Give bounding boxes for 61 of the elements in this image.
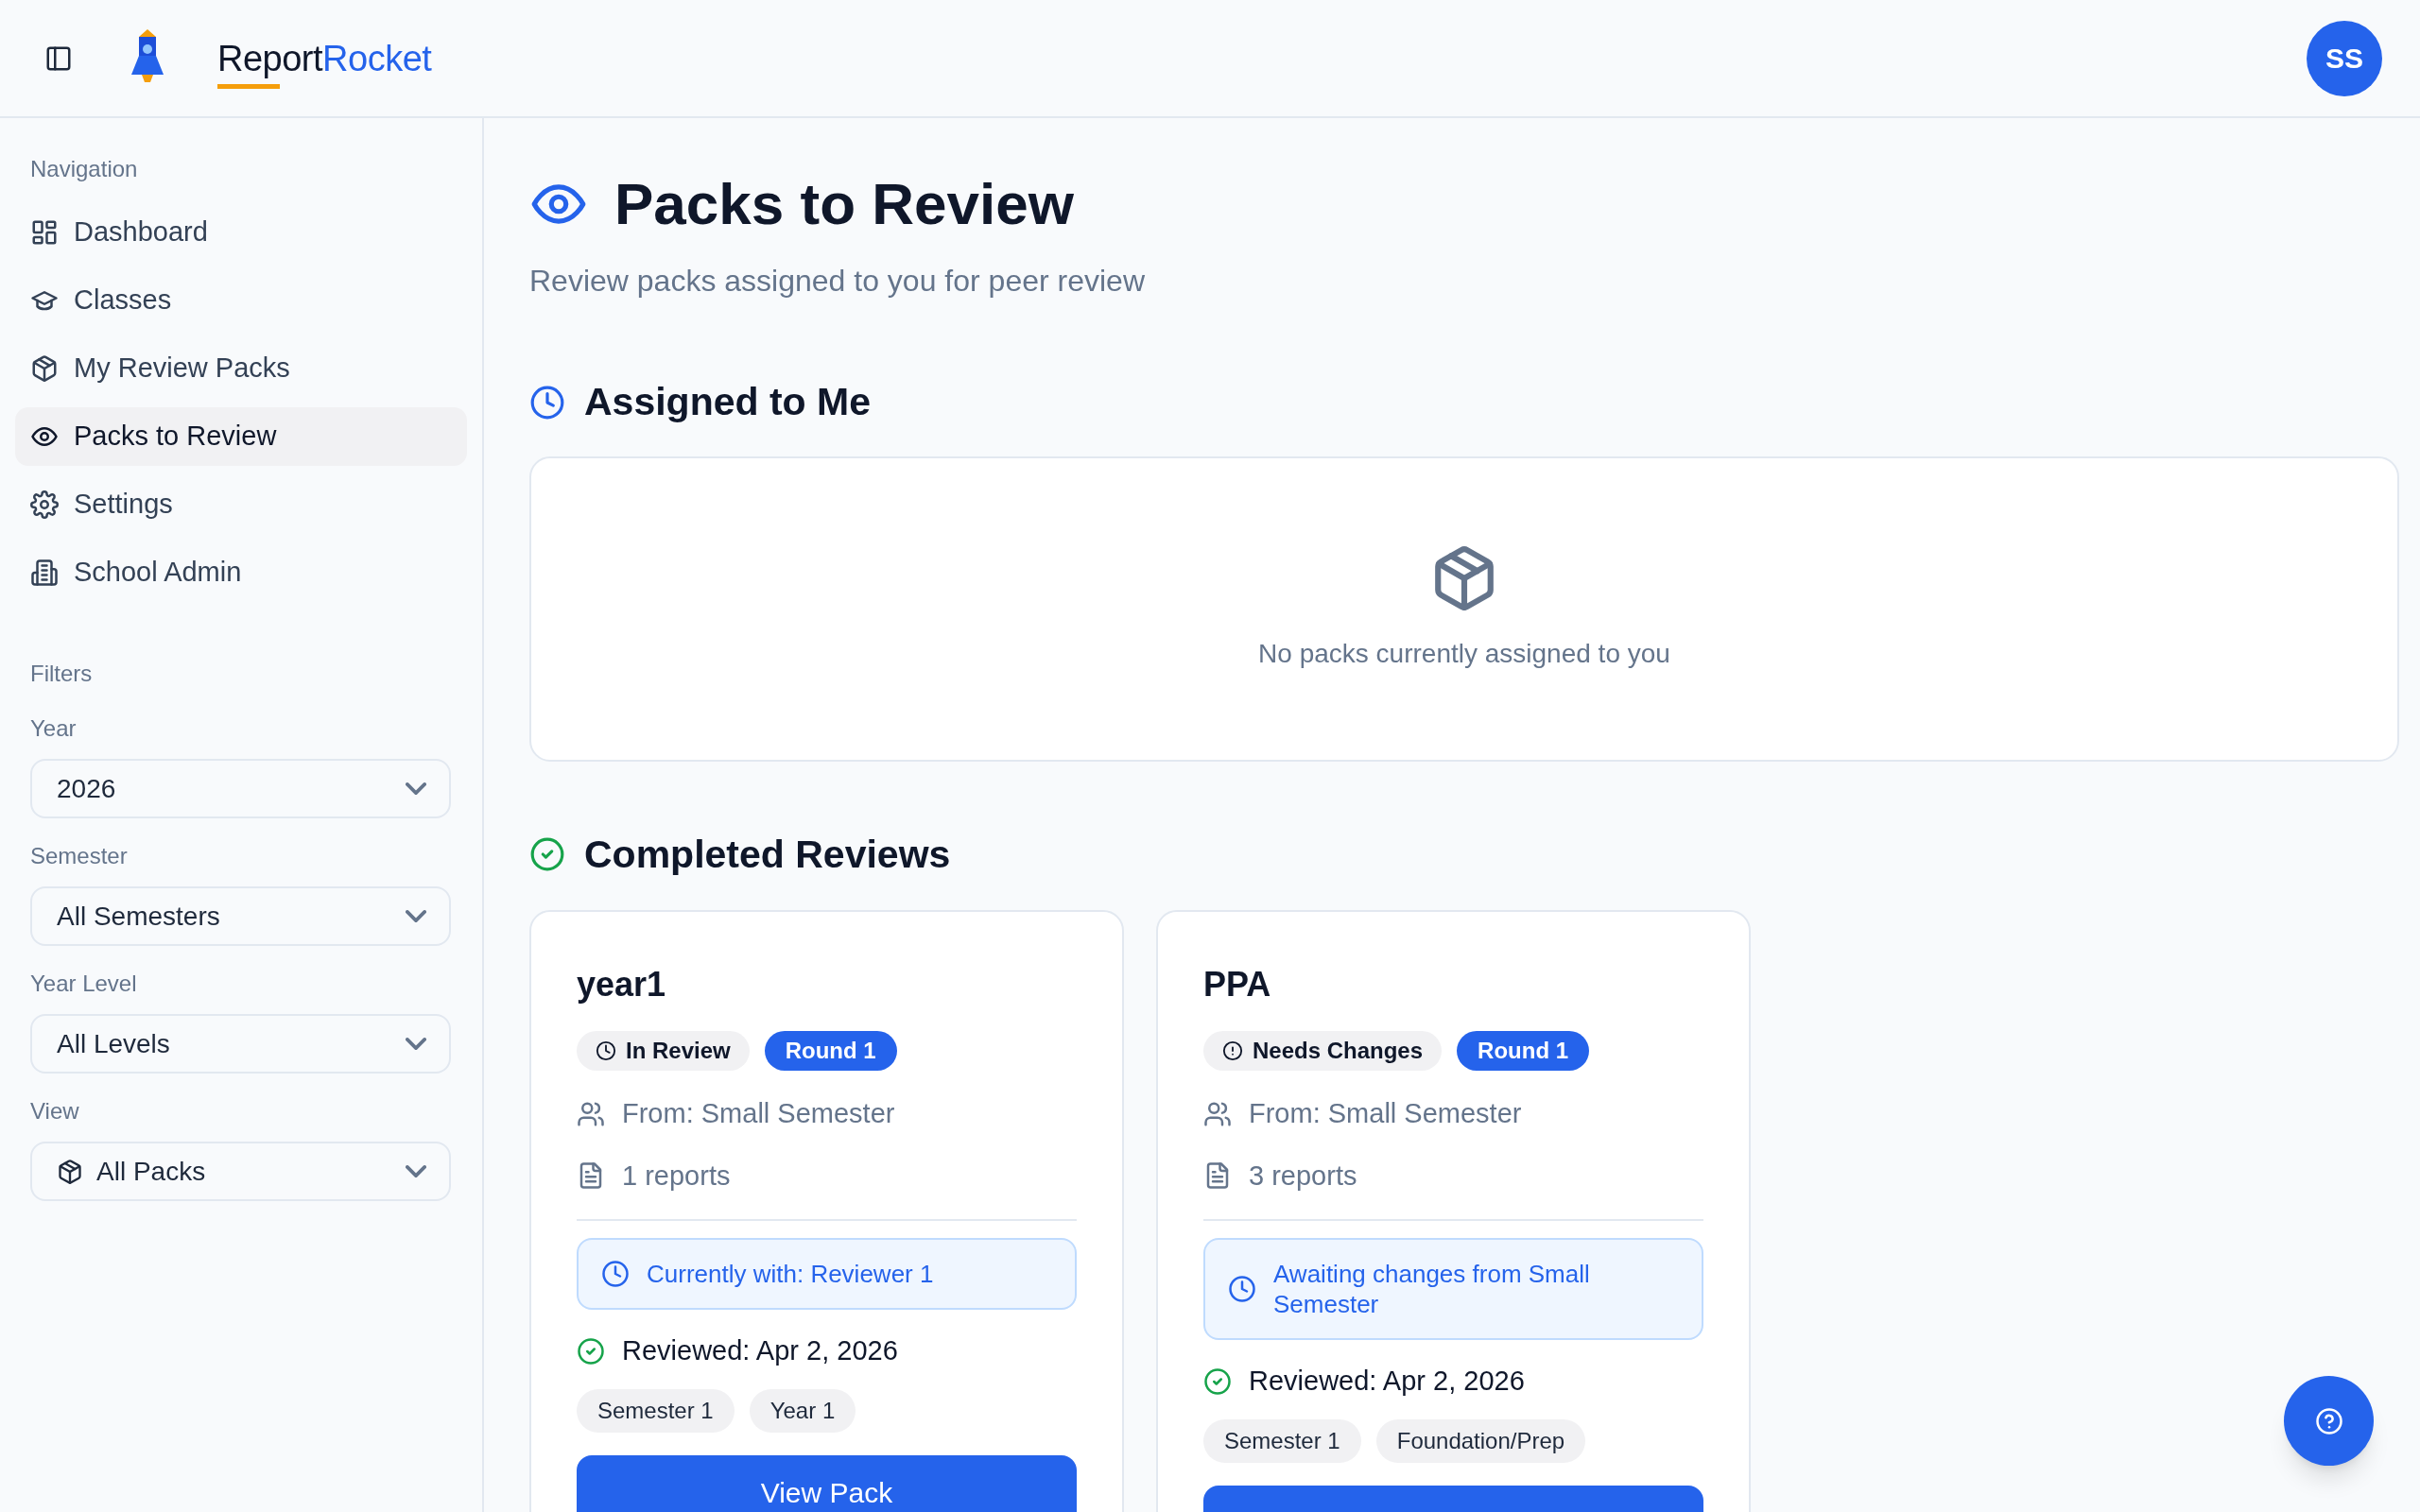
filter-label: Semester <box>29 842 129 870</box>
nav-heading: Navigation <box>29 155 139 183</box>
card-title: year1 <box>577 964 667 1005</box>
tag: Foundation/Prep <box>1375 1418 1586 1463</box>
check-circle-icon <box>1203 1366 1232 1396</box>
filter-label: Year Level <box>29 970 138 998</box>
check-circle-icon <box>529 836 565 873</box>
tag: Semester 1 <box>577 1388 735 1433</box>
filter-label: Year <box>29 714 78 743</box>
sidebar-item[interactable]: My Review Packs <box>15 339 467 398</box>
sidebar-item[interactable]: School Admin <box>15 543 467 602</box>
round-badge: Round 1 <box>764 1031 897 1071</box>
tag: Year 1 <box>749 1388 856 1433</box>
alert-circle-icon <box>1222 1040 1243 1061</box>
dashboard-icon <box>30 218 59 247</box>
package-icon <box>30 354 59 383</box>
section-heading: Completed Reviews <box>584 831 951 878</box>
empty-state-text: No packs currently assigned to you <box>1258 638 1670 670</box>
status-badge: Needs Changes <box>1203 1031 1443 1071</box>
settings-icon <box>30 490 59 519</box>
filter-dropdown[interactable]: All Levels <box>30 1014 451 1074</box>
filter-dropdown[interactable]: 2026 <box>30 759 451 818</box>
section-heading: Assigned to Me <box>584 379 871 425</box>
report-count: 3 reports <box>1249 1159 1357 1193</box>
reviewed-date: Reviewed: Apr 2, 2026 <box>1249 1365 1525 1398</box>
filter-dropdown[interactable]: All Semesters <box>30 886 451 946</box>
report-count: 1 reports <box>622 1159 731 1193</box>
filter-label: View <box>29 1097 80 1125</box>
clock-icon <box>529 384 565 421</box>
clock-icon <box>601 1260 630 1288</box>
building-icon <box>30 558 59 587</box>
chevron-down-icon <box>406 1038 426 1050</box>
sidebar-item[interactable]: Classes <box>15 271 467 330</box>
page-subtitle: Review packs assigned to you for peer review <box>529 263 1146 300</box>
clock-icon <box>1228 1275 1256 1303</box>
chevron-down-icon <box>406 910 426 922</box>
filters-heading: Filters <box>29 660 94 688</box>
reviewed-date: Reviewed: Apr 2, 2026 <box>622 1334 898 1367</box>
chevron-down-icon <box>406 782 426 795</box>
sidebar-item[interactable]: Packs to Review <box>15 407 467 466</box>
sidebar-item[interactable]: Settings <box>15 475 467 534</box>
status-note: Currently with: Reviewer 1 <box>647 1259 934 1289</box>
status-note: Awaiting changes from Small Semester <box>1273 1259 1591 1319</box>
tag: Semester 1 <box>1203 1418 1361 1463</box>
check-circle-icon <box>577 1336 605 1366</box>
sidebar-item[interactable]: Dashboard <box>15 203 467 262</box>
sender-text: From: Small Semester <box>1249 1097 1522 1130</box>
round-badge: Round 1 <box>1457 1031 1590 1071</box>
page-title: Packs to Review <box>614 175 1074 233</box>
view-pack-button[interactable]: View Pack <box>577 1454 1077 1512</box>
clock-icon <box>596 1040 616 1061</box>
package-icon <box>57 1158 83 1185</box>
sender-text: From: Small Semester <box>622 1097 895 1130</box>
logo-underline <box>217 84 280 89</box>
help-icon <box>2314 1406 2343 1435</box>
chevron-down-icon <box>406 1165 426 1177</box>
user-avatar[interactable]: SS <box>2307 20 2382 96</box>
app-logo: ReportRocket <box>217 41 432 77</box>
filter-dropdown[interactable]: All Packs <box>30 1142 451 1201</box>
status-badge: In Review <box>577 1031 750 1071</box>
card-title: PPA <box>1203 964 1272 1005</box>
